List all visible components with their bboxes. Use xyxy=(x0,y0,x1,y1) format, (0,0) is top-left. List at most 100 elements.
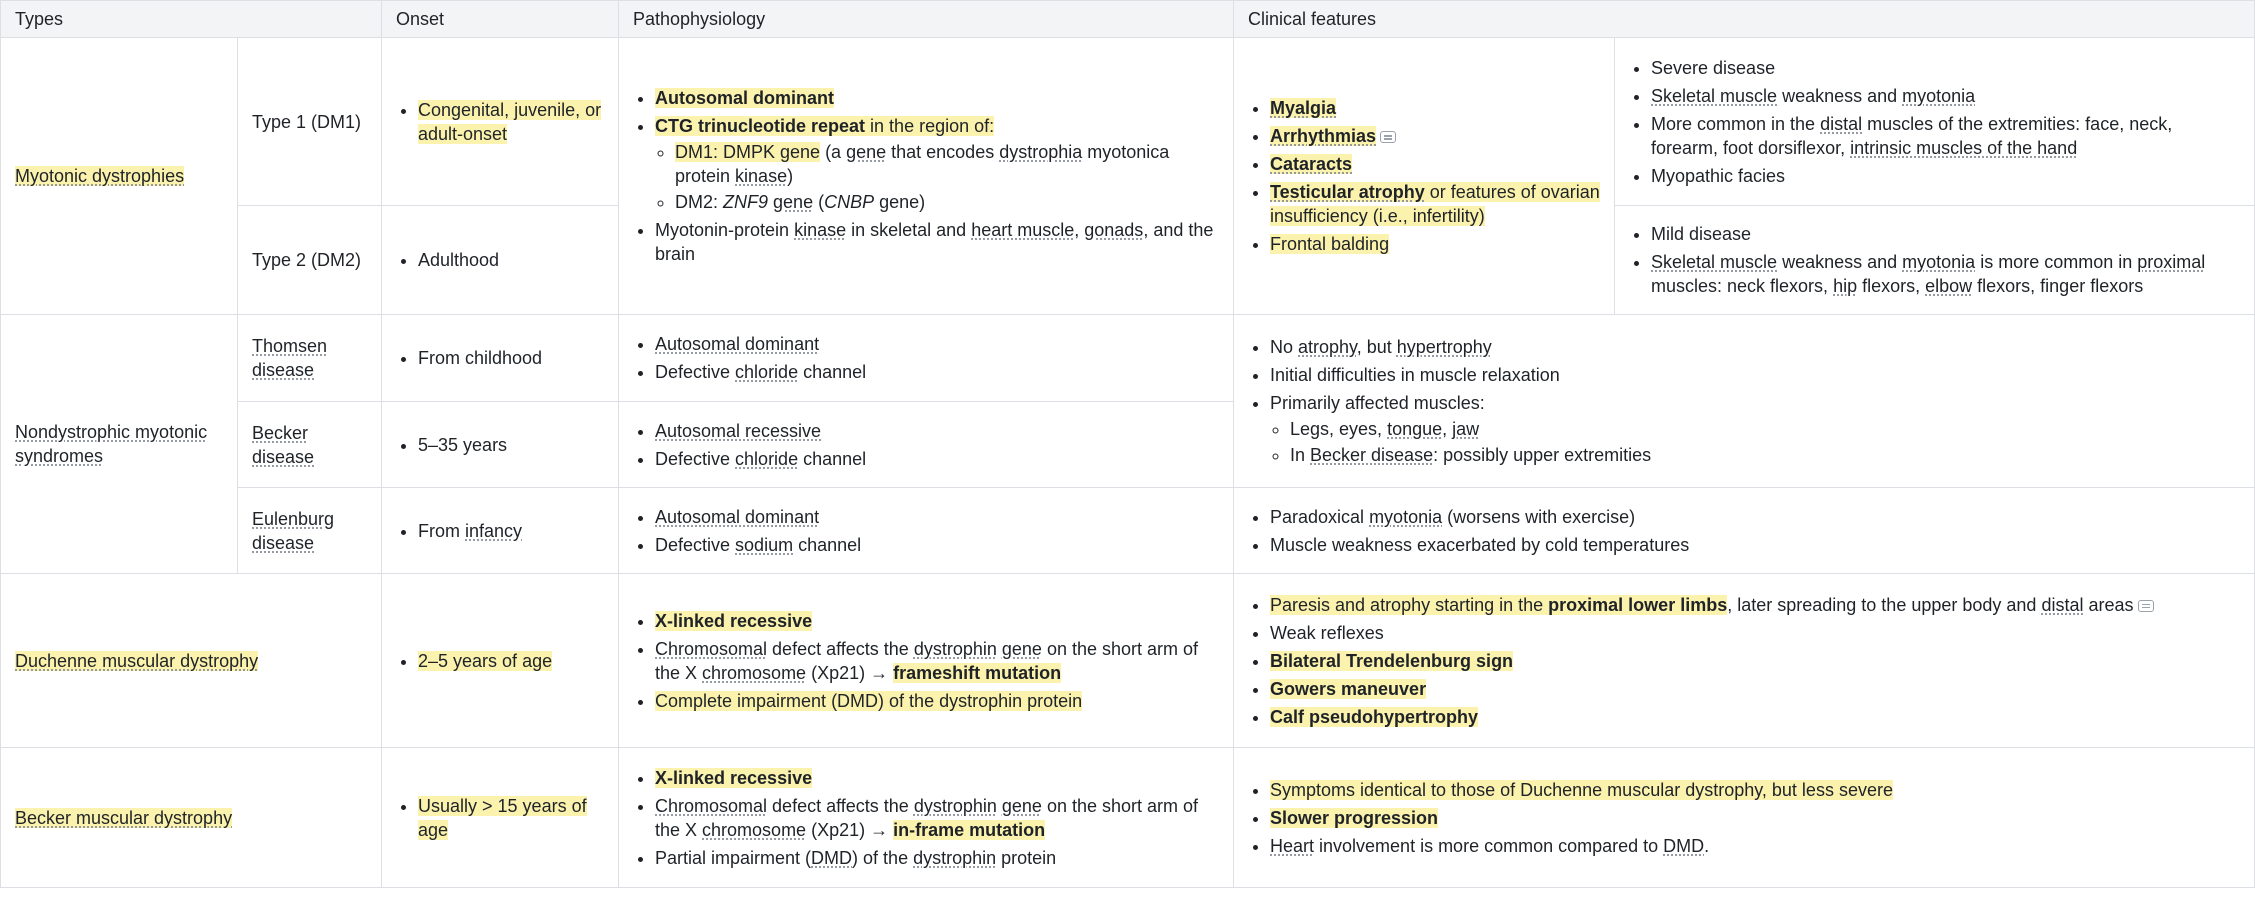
myotonic-dystrophies-link[interactable]: Myotonic dystrophies xyxy=(15,166,185,186)
text: , but xyxy=(1356,337,1397,357)
features-duchenne: Paresis and atrophy starting in the prox… xyxy=(1233,573,2255,748)
chromosome-link[interactable]: chromosome xyxy=(702,663,806,683)
myotonia-link[interactable]: myotonia xyxy=(1369,507,1442,527)
myalgia-link[interactable]: Myalgia xyxy=(1270,98,1337,118)
subtype-dm2: Type 2 (DM2) xyxy=(237,205,382,315)
text: Defective xyxy=(655,448,736,469)
znf9: ZNF9 xyxy=(723,192,769,212)
distal-link[interactable]: distal xyxy=(2041,595,2083,615)
text: Defective xyxy=(655,534,736,555)
table-row: Becker muscular dystrophy Usually > 15 y… xyxy=(0,747,2255,888)
text: flexors, finger flexors xyxy=(1972,276,2144,296)
table-row: Duchenne muscular dystrophy 2–5 years of… xyxy=(0,573,2255,748)
intrinsic-muscles-link[interactable]: intrinsic muscles of the hand xyxy=(1850,138,2077,158)
symptoms-identical: Symptoms identical to those of Duchenne … xyxy=(1270,779,1893,800)
note-icon[interactable] xyxy=(1380,131,1397,143)
text: Primarily affected muscles: xyxy=(1270,393,1485,413)
dystrophin-link[interactable]: dystrophin xyxy=(913,848,996,868)
myotonia-link[interactable]: myotonia xyxy=(1902,86,1975,106)
becker-disease-link[interactable]: Becker disease xyxy=(252,423,314,467)
text: protein xyxy=(996,847,1057,868)
proximal-link[interactable]: proximal xyxy=(2137,252,2205,272)
atrophy-link[interactable]: atrophy xyxy=(1298,337,1357,357)
jaw-link[interactable]: jaw xyxy=(1452,419,1479,439)
testicular-atrophy-link[interactable]: Testicular atrophy xyxy=(1270,182,1425,202)
ctg-repeat: CTG trinucleotide repeat xyxy=(655,116,866,136)
tongue-link[interactable]: tongue xyxy=(1387,419,1442,439)
group-myotonic-dystrophies: Myotonic dystrophies xyxy=(0,37,238,315)
list-item: Initial difficulties in muscle relaxatio… xyxy=(1270,363,2240,387)
text: Paresis and atrophy starting in the xyxy=(1270,594,1549,615)
onset-becker: 5–35 years xyxy=(381,401,619,488)
hip-link[interactable]: hip xyxy=(1833,276,1857,296)
heart-muscle-link[interactable]: heart muscle xyxy=(971,220,1074,240)
text: areas xyxy=(2083,594,2134,615)
patho-becker: Autosomal recessive Defective chloride c… xyxy=(618,401,1234,488)
dmd-link[interactable]: DMD xyxy=(811,848,852,868)
table-row: Eulenburg disease From infancy Autosomal… xyxy=(1,487,2255,574)
patho-duchenne: X-linked recessive Chromosomal defect af… xyxy=(618,573,1234,748)
table-row: Nondystrophic myotonic syndromes Thomsen… xyxy=(0,314,2255,574)
arrhythmias-link[interactable]: Arrhythmias xyxy=(1270,126,1377,146)
gowers-maneuver: Gowers maneuver xyxy=(1270,678,1427,699)
chromosomal-link[interactable]: Chromosomal xyxy=(655,639,767,659)
note-icon[interactable] xyxy=(2137,599,2154,612)
kinase-link[interactable]: kinase xyxy=(794,220,846,240)
duchenne-link[interactable]: Duchenne muscular dystrophy xyxy=(15,650,259,671)
text: . xyxy=(1704,835,1710,856)
dystrophia-link[interactable]: dystrophia xyxy=(999,142,1082,162)
distal-link[interactable]: distal xyxy=(1820,114,1862,134)
text: that encodes xyxy=(886,142,1000,162)
x-linked-recessive: X-linked recessive xyxy=(655,610,813,631)
nondystrophic-link[interactable]: Nondystrophic myotonic syndromes xyxy=(15,422,207,466)
autosomal-dominant-link[interactable]: Autosomal dominant xyxy=(655,334,819,354)
heart-link[interactable]: Heart xyxy=(1270,836,1314,856)
chloride-link[interactable]: chloride xyxy=(735,449,798,469)
thomsen-disease-link[interactable]: Thomsen disease xyxy=(252,336,327,380)
features-dm2: Mild disease Skeletal muscle weakness an… xyxy=(1614,205,2255,315)
skeletal-muscle-link[interactable]: Skeletal muscle xyxy=(1651,86,1777,106)
dmd-link[interactable]: DMD xyxy=(1663,836,1704,856)
chromosomal-link[interactable]: Chromosomal xyxy=(655,796,767,816)
dystrophin-link[interactable]: dystrophin xyxy=(914,639,997,659)
onset-duchenne-text: 2–5 years of age xyxy=(418,650,553,671)
list-item: Weak reflexes xyxy=(1270,621,2240,645)
text: flexors, xyxy=(1857,276,1926,296)
elbow-link[interactable]: elbow xyxy=(1925,276,1972,296)
trendelenburg-sign: Bilateral Trendelenburg sign xyxy=(1270,650,1514,671)
list-item: 5–35 years xyxy=(418,433,604,457)
header-onset: Onset xyxy=(381,0,619,38)
gene-link[interactable]: gene xyxy=(1002,796,1042,816)
chromosome-link[interactable]: chromosome xyxy=(702,820,806,840)
hypertrophy-link[interactable]: hypertrophy xyxy=(1397,337,1492,357)
kinase-link[interactable]: kinase xyxy=(735,166,787,186)
text: No xyxy=(1270,337,1299,357)
sodium-link[interactable]: sodium xyxy=(735,535,793,555)
gene-link[interactable]: gene xyxy=(1002,639,1042,659)
features-myotonic-shared: Myalgia Arrhythmias Cataracts Testicular… xyxy=(1233,37,1615,315)
myotonia-link[interactable]: myotonia xyxy=(1902,252,1975,272)
onset-dm2: Adulthood xyxy=(381,205,619,315)
infancy-link[interactable]: infancy xyxy=(465,521,522,541)
in-frame-mutation: in-frame mutation xyxy=(893,819,1046,840)
eulenburg-disease-link[interactable]: Eulenburg disease xyxy=(252,509,334,553)
patho-myotonic: Autosomal dominant CTG trinucleotide rep… xyxy=(618,37,1234,315)
chloride-link[interactable]: chloride xyxy=(735,362,798,382)
x-linked-recessive: X-linked recessive xyxy=(655,767,813,788)
autosomal-recessive-link[interactable]: Autosomal recessive xyxy=(655,421,821,441)
subtype-thomsen: Thomsen disease xyxy=(237,314,382,402)
text: , later spreading to the upper body and xyxy=(1727,594,2042,615)
becker-md-link[interactable]: Becker muscular dystrophy xyxy=(15,807,233,828)
gene-link[interactable]: gene xyxy=(846,142,886,162)
gene-link[interactable]: gene xyxy=(773,192,813,212)
autosomal-dominant-link[interactable]: Autosomal dominant xyxy=(655,507,819,527)
calf-pseudohypertrophy: Calf pseudohypertrophy xyxy=(1270,706,1479,727)
skeletal-muscle-link[interactable]: Skeletal muscle xyxy=(1651,252,1777,272)
gonads-link[interactable]: gonads xyxy=(1084,220,1143,240)
text: More common in the xyxy=(1651,113,1821,134)
becker-disease-link[interactable]: Becker disease xyxy=(1310,445,1433,465)
dystrophin-link[interactable]: dystrophin xyxy=(914,796,997,816)
complete-impairment: Complete impairment (DMD) of the dystrop… xyxy=(655,690,1083,711)
cataracts-link[interactable]: Cataracts xyxy=(1270,154,1353,174)
list-item: Adulthood xyxy=(418,248,604,272)
